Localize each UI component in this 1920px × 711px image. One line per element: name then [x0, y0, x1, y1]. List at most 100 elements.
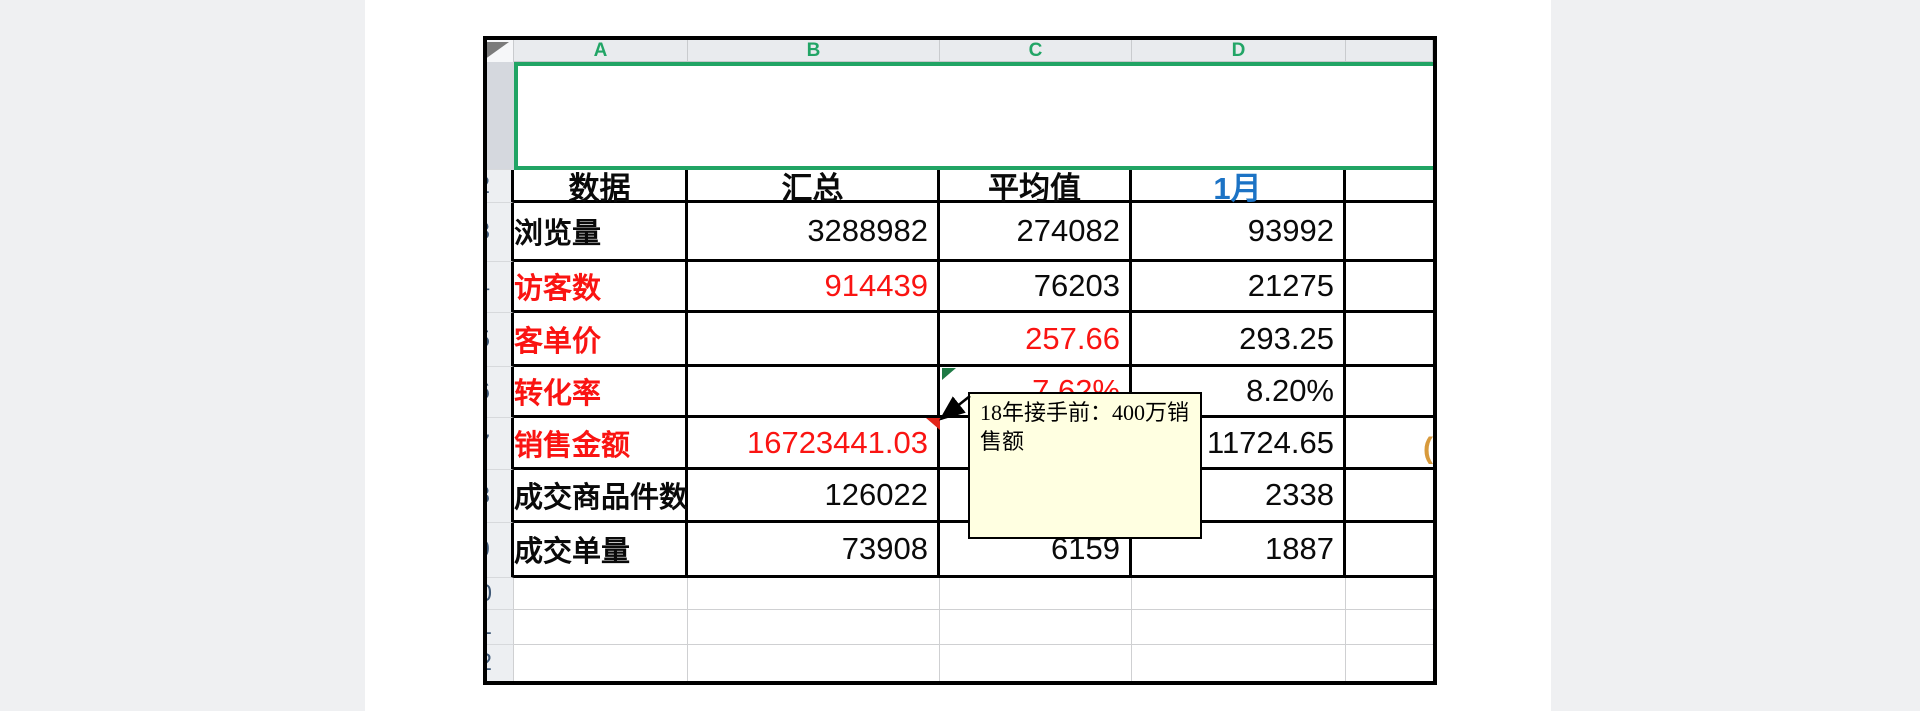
empty-cell-c12[interactable]	[940, 645, 1132, 681]
row-header-5[interactable]: 5	[487, 313, 514, 367]
column-header-strip: ABCD	[487, 40, 1433, 62]
cell-a5[interactable]: 客单价	[514, 313, 688, 367]
empty-cell-d10[interactable]	[1132, 578, 1346, 610]
cell-a8-value: 成交商品件数	[514, 474, 685, 516]
column-header-D[interactable]: D	[1132, 40, 1346, 61]
cell-b9-value: 73908	[688, 531, 937, 567]
cell-c5-value: 257.66	[940, 321, 1129, 357]
select-all-corner[interactable]	[487, 40, 514, 62]
cell-b2[interactable]: 汇总	[688, 170, 940, 203]
row-7: 7销售金额16723441.0311724.65	[487, 418, 1433, 470]
comment-note[interactable]: 18年接手前：400万销售额	[968, 392, 1202, 539]
empty-cell-c11[interactable]	[940, 610, 1132, 645]
cell-d3[interactable]: 93992	[1132, 203, 1346, 262]
cell-b5[interactable]	[688, 313, 940, 367]
cell-c3-value: 274082	[940, 213, 1129, 249]
cell-d2-value: 1月	[1132, 163, 1343, 208]
row-number: 10	[487, 580, 492, 608]
cell-b3[interactable]: 3288982	[688, 203, 940, 262]
row-number: 11	[487, 613, 492, 641]
cell-d2[interactable]: 1月	[1132, 170, 1346, 203]
row-11: 11	[487, 610, 1433, 645]
row-header-8[interactable]: 8	[487, 470, 514, 523]
cell-b8[interactable]: 126022	[688, 470, 940, 523]
cell-d5-value: 293.25	[1132, 321, 1343, 357]
cell-a4[interactable]: 访客数	[514, 262, 688, 313]
cell-e4[interactable]	[1346, 262, 1433, 313]
cell-a7-value: 销售金额	[514, 422, 685, 464]
cell-c4[interactable]: 76203	[940, 262, 1132, 313]
cell-e3[interactable]	[1346, 203, 1433, 262]
cell-a6[interactable]: 转化率	[514, 367, 688, 418]
row-header-1[interactable]	[487, 62, 514, 170]
merged-cell-a1[interactable]	[514, 62, 1433, 170]
row-header-2[interactable]: 2	[487, 170, 514, 203]
row-header-7[interactable]: 7	[487, 418, 514, 470]
row-number: 2	[487, 172, 490, 200]
column-header-C[interactable]: C	[940, 40, 1132, 61]
cell-a8[interactable]: 成交商品件数	[514, 470, 688, 523]
cell-a7[interactable]: 销售金额	[514, 418, 688, 470]
row-number: 8	[487, 482, 490, 510]
empty-cell-e12[interactable]	[1346, 645, 1433, 681]
empty-cell-e10[interactable]	[1346, 578, 1433, 610]
empty-cell-a12[interactable]	[514, 645, 688, 681]
cell-b3-value: 3288982	[688, 213, 937, 249]
cell-a3[interactable]: 浏览量	[514, 203, 688, 262]
row-header-4[interactable]: 4	[487, 262, 514, 313]
row-12: 12	[487, 645, 1433, 681]
spreadsheet-viewport: ABCD 2 数据汇总平均值1月 3浏览量328898227408293992 4 访客…	[483, 36, 1437, 685]
row-10: 10	[487, 578, 1433, 610]
cell-a3-value: 浏览量	[514, 210, 685, 252]
cell-d5[interactable]: 293.25	[1132, 313, 1346, 367]
empty-cell-b12[interactable]	[688, 645, 940, 681]
cell-c2[interactable]: 平均值	[940, 170, 1132, 203]
desktop: { "colors": { "selection_green": "#21a46…	[0, 0, 1920, 711]
cell-b9[interactable]: 73908	[688, 523, 940, 578]
empty-cell-c10[interactable]	[940, 578, 1132, 610]
cell-a9[interactable]: 成交单量	[514, 523, 688, 578]
cell-e2[interactable]	[1346, 170, 1433, 203]
empty-cell-b11[interactable]	[688, 610, 940, 645]
column-header-B[interactable]: B	[688, 40, 940, 61]
row-9: 9成交单量7390861591887	[487, 523, 1433, 578]
row-header-10[interactable]: 10	[487, 578, 514, 610]
cell-a9-value: 成交单量	[514, 528, 685, 570]
row-header-11[interactable]: 11	[487, 610, 514, 645]
cell-e9[interactable]	[1346, 523, 1433, 578]
row-6: 6转化率7.62%8.20%	[487, 367, 1433, 418]
cell-b4-value: 914439	[688, 268, 937, 304]
row-header-6[interactable]: 6	[487, 367, 514, 418]
cell-b4[interactable]: 914439	[688, 262, 940, 313]
cell-c3[interactable]: 274082	[940, 203, 1132, 262]
row-header-12[interactable]: 12	[487, 645, 514, 681]
cell-e5[interactable]	[1346, 313, 1433, 367]
empty-cell-d11[interactable]	[1132, 610, 1346, 645]
cell-b2-value: 汇总	[688, 163, 937, 208]
cell-d4[interactable]: 21275	[1132, 262, 1346, 313]
cell-c5[interactable]: 257.66	[940, 313, 1132, 367]
row-header-3[interactable]: 3	[487, 203, 514, 262]
cell-a6-value: 转化率	[514, 370, 685, 412]
table-rows: 2 数据汇总平均值1月 3浏览量328898227408293992 4 访客数9144…	[487, 170, 1433, 681]
empty-cell-a10[interactable]	[514, 578, 688, 610]
column-header-A[interactable]: A	[514, 40, 688, 61]
cell-b6[interactable]	[688, 367, 940, 418]
empty-cell-e11[interactable]	[1346, 610, 1433, 645]
column-header-e[interactable]	[1346, 40, 1433, 61]
row-number: 4	[487, 273, 490, 301]
cell-a2[interactable]: 数据	[514, 170, 688, 203]
row-header-9[interactable]: 9	[487, 523, 514, 578]
empty-cell-d12[interactable]	[1132, 645, 1346, 681]
cell-e6[interactable]	[1346, 367, 1433, 418]
select-all-triangle-icon	[487, 42, 514, 62]
cell-c2-value: 平均值	[940, 163, 1129, 208]
clipped-cell-fragment: (	[1423, 432, 1433, 466]
empty-cell-a11[interactable]	[514, 610, 688, 645]
cell-b7[interactable]: 16723441.03	[688, 418, 940, 470]
empty-cell-b10[interactable]	[688, 578, 940, 610]
cell-e7[interactable]	[1346, 418, 1433, 470]
cell-d4-value: 21275	[1132, 268, 1343, 304]
cell-a5-value: 客单价	[514, 318, 685, 360]
cell-e8[interactable]	[1346, 470, 1433, 523]
